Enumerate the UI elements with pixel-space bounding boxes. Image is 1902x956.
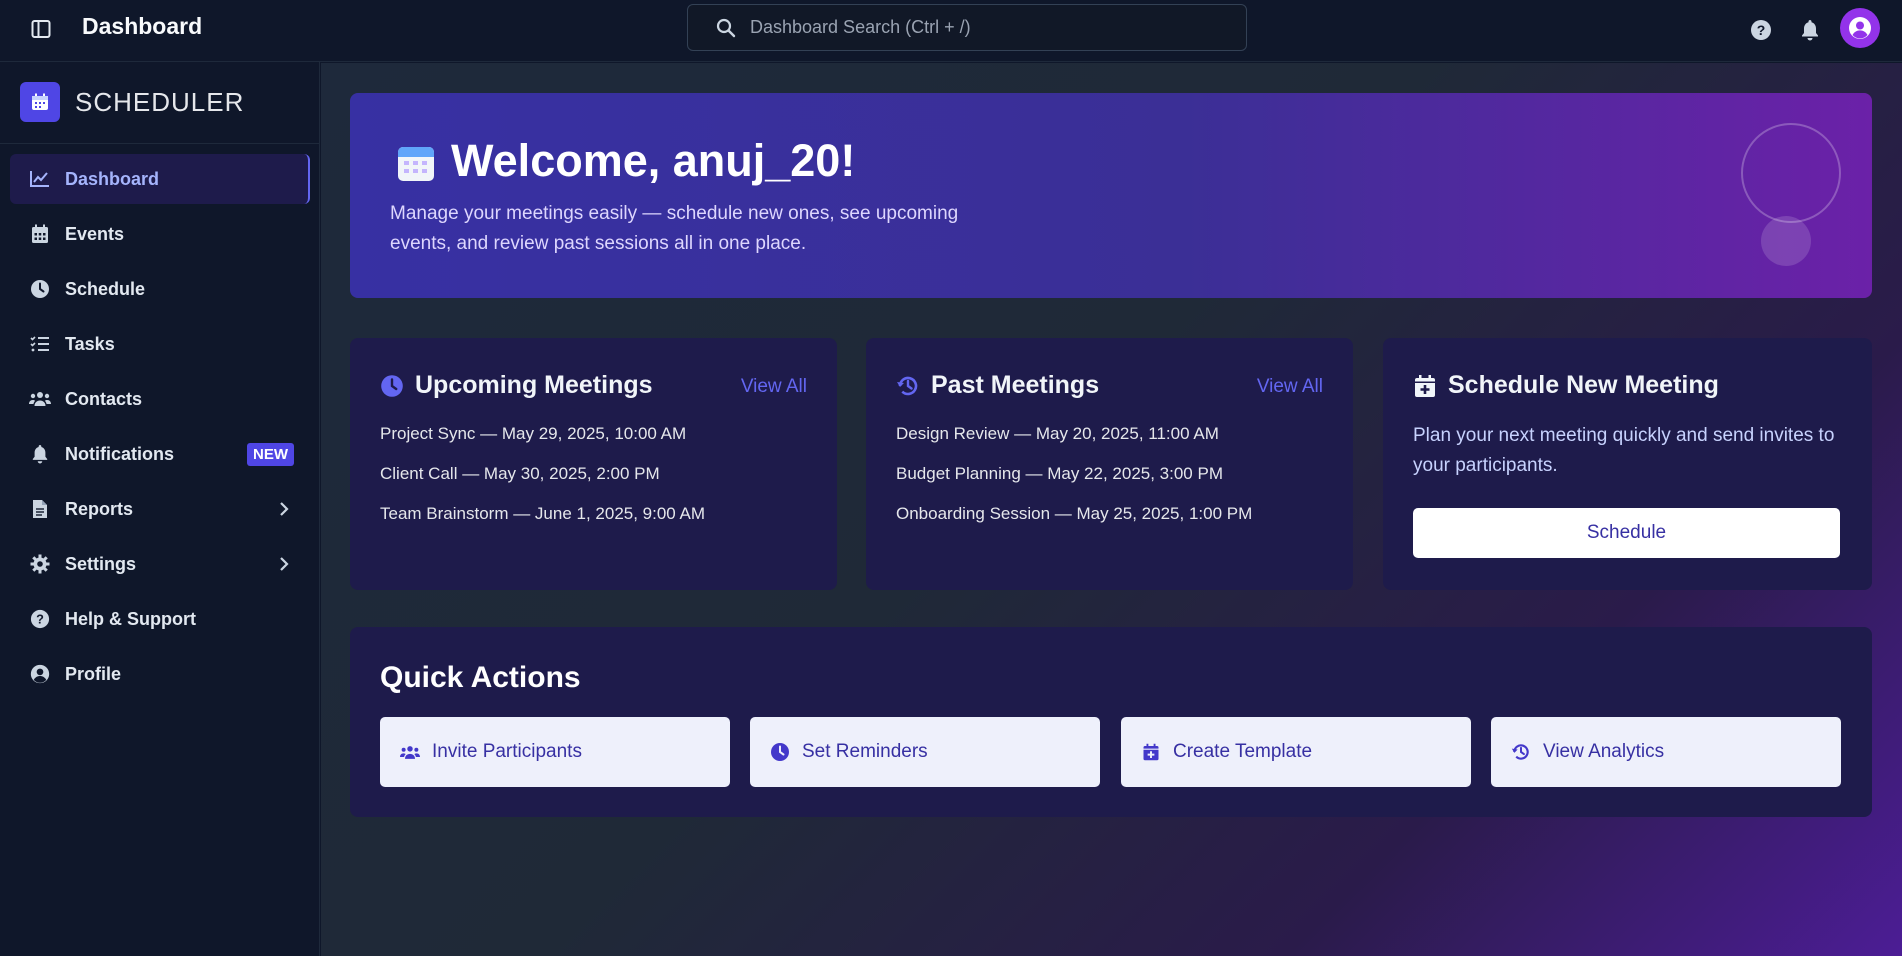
sidebar-item-label: Notifications — [65, 443, 175, 464]
welcome-banner: Welcome, anuj_20! Manage your meetings e… — [350, 93, 1872, 298]
new-badge: NEW — [247, 443, 294, 466]
card-title-text: Upcoming Meetings — [415, 371, 653, 399]
meeting-list: Design Review — May 20, 2025, 11:00 AM B… — [896, 424, 1252, 544]
sidebar-item-reports[interactable]: Reports — [10, 484, 310, 534]
quick-action-label: Set Reminders — [802, 741, 928, 762]
chevron-right-icon — [274, 554, 294, 574]
search-icon — [716, 18, 736, 38]
sidebar-item-label: Events — [65, 223, 125, 244]
help-icon[interactable]: ? — [1748, 17, 1774, 43]
sidebar-item-label: Profile — [65, 663, 122, 684]
invite-participants-button[interactable]: Invite Participants — [380, 717, 730, 787]
sidebar-item-label: Dashboard — [65, 168, 160, 189]
brand-name: SCHEDULER — [75, 86, 245, 117]
card-title-text: Schedule New Meeting — [1448, 371, 1719, 399]
decorative-dot — [1761, 216, 1811, 266]
calendar-plus-icon — [1413, 374, 1437, 398]
svg-text:?: ? — [36, 612, 44, 627]
sidebar: SCHEDULER Dashboard Events Schedule Task… — [0, 62, 320, 956]
gear-icon — [29, 553, 51, 575]
sidebar-item-tasks[interactable]: Tasks — [10, 319, 310, 369]
question-circle-icon: ? — [29, 608, 51, 630]
decorative-circle — [1741, 123, 1841, 223]
chevron-right-icon — [274, 499, 294, 519]
sidebar-item-notifications[interactable]: Notifications NEW — [10, 429, 310, 479]
sidebar-item-events[interactable]: Events — [10, 209, 310, 259]
view-all-link[interactable]: View All — [741, 376, 807, 398]
card-title: Schedule New Meeting — [1413, 371, 1719, 400]
quick-action-label: Create Template — [1173, 741, 1313, 762]
calendar-icon — [396, 143, 436, 183]
sidebar-item-profile[interactable]: Profile — [10, 649, 310, 699]
calendar-plus-icon — [1141, 742, 1161, 762]
meeting-item[interactable]: Design Review — May 20, 2025, 11:00 AM — [896, 424, 1252, 464]
quick-action-label: Invite Participants — [432, 741, 582, 762]
sidebar-item-help-support[interactable]: ? Help & Support — [10, 594, 310, 644]
meeting-item[interactable]: Project Sync — May 29, 2025, 10:00 AM — [380, 424, 705, 464]
sidebar-item-label: Settings — [65, 553, 137, 574]
schedule-description: Plan your next meeting quickly and send … — [1413, 425, 1835, 476]
calendar-icon — [29, 223, 51, 245]
meeting-list: Project Sync — May 29, 2025, 10:00 AM Cl… — [380, 424, 705, 544]
history-icon — [1511, 742, 1531, 762]
main-content: Welcome, anuj_20! Manage your meetings e… — [321, 63, 1902, 956]
search-input[interactable] — [750, 17, 1210, 38]
sidebar-item-dashboard[interactable]: Dashboard — [10, 154, 310, 204]
bell-icon — [29, 443, 51, 465]
chart-line-icon — [29, 168, 51, 190]
schedule-new-meeting-card: Schedule New Meeting Plan your next meet… — [1383, 338, 1872, 590]
welcome-subtitle: Manage your meetings easily — schedule n… — [390, 203, 959, 254]
divider — [0, 143, 320, 144]
upcoming-meetings-card: Upcoming Meetings View All Project Sync … — [350, 338, 837, 590]
brand[interactable]: SCHEDULER — [20, 82, 244, 122]
history-icon — [896, 374, 920, 398]
calendar-icon — [20, 82, 60, 122]
schedule-button[interactable]: Schedule — [1413, 508, 1840, 558]
search-bar[interactable] — [687, 4, 1247, 51]
past-meetings-card: Past Meetings View All Design Review — M… — [866, 338, 1353, 590]
sidebar-toggle-icon[interactable] — [28, 16, 54, 42]
clock-icon — [380, 374, 404, 398]
sidebar-item-schedule[interactable]: Schedule — [10, 264, 310, 314]
quick-actions-title: Quick Actions — [380, 661, 581, 694]
top-bar: Dashboard ? — [0, 0, 1902, 62]
meeting-item[interactable]: Onboarding Session — May 25, 2025, 1:00 … — [896, 504, 1252, 544]
page-title: Dashboard — [82, 13, 203, 39]
quick-action-label: View Analytics — [1543, 741, 1665, 762]
sidebar-item-label: Reports — [65, 498, 134, 519]
file-icon — [29, 498, 51, 520]
sidebar-item-label: Tasks — [65, 333, 115, 354]
set-reminders-button[interactable]: Set Reminders — [750, 717, 1100, 787]
bell-icon[interactable] — [1797, 17, 1823, 43]
meeting-item[interactable]: Team Brainstorm — June 1, 2025, 9:00 AM — [380, 504, 705, 544]
create-template-button[interactable]: Create Template — [1121, 717, 1471, 787]
sidebar-nav: Dashboard Events Schedule Tasks Contacts — [10, 154, 310, 704]
sidebar-item-label: Contacts — [65, 388, 143, 409]
avatar[interactable] — [1840, 8, 1880, 48]
card-title: Upcoming Meetings — [380, 371, 653, 400]
users-icon — [29, 388, 51, 410]
view-analytics-button[interactable]: View Analytics — [1491, 717, 1841, 787]
meeting-item[interactable]: Client Call — May 30, 2025, 2:00 PM — [380, 464, 705, 504]
clock-icon — [770, 742, 790, 762]
meeting-item[interactable]: Budget Planning — May 22, 2025, 3:00 PM — [896, 464, 1252, 504]
sidebar-item-contacts[interactable]: Contacts — [10, 374, 310, 424]
users-icon — [400, 742, 420, 762]
svg-text:?: ? — [1757, 22, 1766, 38]
view-all-link[interactable]: View All — [1257, 376, 1323, 398]
sidebar-item-label: Help & Support — [65, 608, 196, 629]
card-title: Past Meetings — [896, 371, 1099, 400]
sidebar-item-settings[interactable]: Settings — [10, 539, 310, 589]
list-check-icon — [29, 333, 51, 355]
welcome-title: Welcome, anuj_20! — [451, 135, 856, 186]
sidebar-item-label: Schedule — [65, 278, 146, 299]
quick-actions-panel: Quick Actions Invite Participants Set Re… — [350, 627, 1872, 817]
card-title-text: Past Meetings — [931, 371, 1100, 399]
user-circle-icon — [29, 663, 51, 685]
clock-icon — [29, 278, 51, 300]
